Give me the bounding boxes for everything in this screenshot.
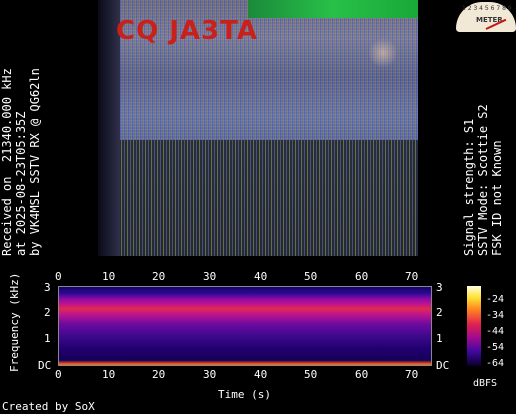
meter-scale: 1 2 3 4 5 6 7 8 9 — [462, 5, 512, 12]
spectrogram-frame — [58, 286, 432, 366]
image-noise — [98, 140, 418, 256]
y-tick-left: 3 — [44, 281, 51, 294]
x-tick-top: 40 — [254, 270, 268, 283]
colorbar-tick: -64 — [486, 358, 505, 369]
x-tick-bottom: 50 — [304, 368, 318, 381]
y-tick-left: 2 — [44, 306, 51, 319]
x-tick-bottom: 0 — [55, 368, 62, 381]
x-tick-bottom: 30 — [203, 368, 217, 381]
reception-time: at 2025-08-23T05:35Z — [14, 111, 28, 257]
reception-frequency: Received on 21340.000 kHz — [0, 68, 14, 256]
image-green-band — [248, 0, 418, 18]
colorbar-tick: -54 — [486, 342, 505, 353]
signal-strength: Signal strength: S1 — [462, 118, 476, 256]
x-axis-label: Time (s) — [218, 388, 271, 401]
x-tick-bottom: 60 — [355, 368, 369, 381]
s-meter-icon: 1 2 3 4 5 6 7 8 9 METER — [456, 2, 516, 32]
fsk-id: FSK ID not Known — [490, 140, 504, 256]
reception-station: by VK4MSL SSTV RX @ QG62ln — [28, 68, 42, 256]
y-tick-right: 1 — [436, 332, 443, 345]
colorbar-tick: -34 — [486, 310, 505, 321]
colorbar-tick: -24 — [486, 294, 505, 305]
y-axis-label: Frequency (kHz) — [8, 272, 21, 372]
colorbar-tick: -44 — [486, 326, 505, 337]
x-tick-top: 0 — [55, 270, 62, 283]
image-glow — [368, 38, 398, 68]
x-tick-bottom: 10 — [102, 368, 116, 381]
x-tick-bottom: 20 — [152, 368, 166, 381]
sstv-mode: SSTV Mode: Scottie S2 — [476, 104, 490, 256]
y-tick-left: 1 — [44, 332, 51, 345]
colorbar-unit: dBFS — [473, 378, 498, 389]
x-tick-top: 30 — [203, 270, 217, 283]
reception-caption: Received on 21340.000 kHz at 2025-08-23T… — [0, 0, 42, 256]
y-tick-right: 3 — [436, 281, 443, 294]
colorbar — [467, 286, 481, 366]
x-tick-bottom: 40 — [254, 368, 268, 381]
footer-credit: Created by SoX — [2, 400, 95, 413]
y-tick-left: DC — [38, 359, 52, 372]
x-tick-bottom: 70 — [405, 368, 419, 381]
x-tick-top: 20 — [152, 270, 166, 283]
y-tick-right: 2 — [436, 306, 443, 319]
sstv-logo-text: CQ JA3TA — [116, 16, 258, 46]
x-tick-top: 50 — [304, 270, 318, 283]
x-tick-top: 60 — [355, 270, 369, 283]
x-tick-top: 10 — [102, 270, 116, 283]
x-tick-top: 70 — [405, 270, 419, 283]
sstv-image: CQ JA3TA — [98, 0, 418, 256]
signal-caption: Signal strength: S1 SSTV Mode: Scottie S… — [462, 0, 504, 256]
y-tick-right: DC — [436, 359, 450, 372]
